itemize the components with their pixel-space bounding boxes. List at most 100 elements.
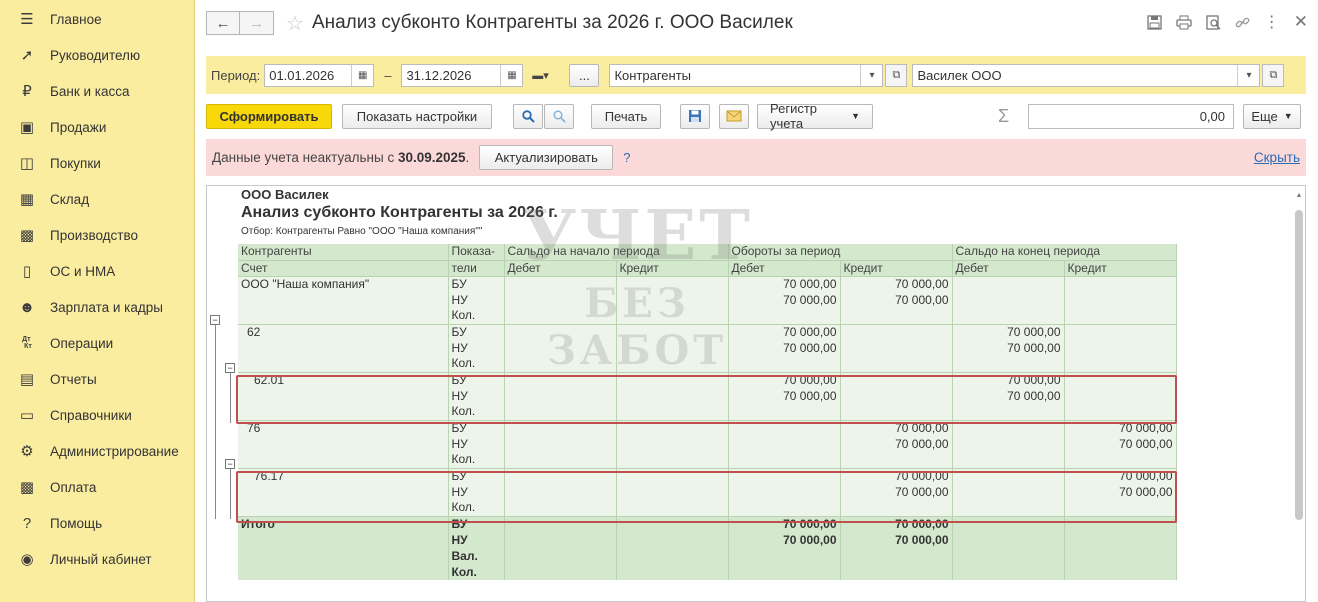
actualize-button[interactable]: Актуализировать [479, 145, 614, 170]
close-icon[interactable]: ✕ [1294, 12, 1308, 32]
more-vertical-icon[interactable]: ⋮ [1264, 12, 1280, 32]
warning-text: Данные учета неактуальны с 30.09.2025. [212, 150, 469, 165]
sidebar-item[interactable]: ₽ Банк и касса [0, 73, 194, 109]
vertical-scrollbar[interactable]: ▲ [1295, 192, 1303, 601]
calendar-icon[interactable]: ▦ [500, 64, 523, 86]
open-icon[interactable]: ⧉ [1262, 63, 1285, 87]
sidebar-item[interactable]: ⚙ Администрирование [0, 433, 194, 469]
header-cell: Дебет [728, 260, 841, 277]
table-cell [1064, 323, 1177, 340]
sidebar-item[interactable]: ◫ Покупки [0, 145, 194, 181]
sidebar-item-label: ОС и НМА [50, 263, 116, 279]
collapse-icon[interactable]: − [225, 363, 235, 373]
date-to-value: 31.12.2026 [406, 67, 472, 83]
sidebar-item[interactable]: ▩ Производство [0, 217, 194, 253]
sidebar-item[interactable]: ▭ Справочники [0, 397, 194, 433]
header-cell: Обороты за период [728, 244, 953, 261]
table-cell [952, 292, 1065, 308]
print-button[interactable]: Печать [591, 103, 661, 129]
collapse-icon[interactable]: − [210, 315, 220, 325]
sidebar-item[interactable]: ▯ ОС и НМА [0, 253, 194, 289]
sidebar-item[interactable]: ☰ Главное [0, 1, 194, 37]
sidebar-item[interactable]: ▤ Отчеты [0, 361, 194, 397]
period-type-dropdown[interactable]: ▬▾ [523, 64, 557, 87]
table-cell [1064, 564, 1177, 580]
sidebar-item[interactable]: ▣ Продажи [0, 109, 194, 145]
table-cell [504, 308, 617, 324]
table-row: НУ 70 000,00 70 000,00 [238, 436, 1177, 452]
sidebar-item[interactable]: ◉ Личный кабинет [0, 541, 194, 577]
sidebar-item[interactable]: ☻ Зарплата и кадры [0, 289, 194, 325]
main-area: ← → ☆ Анализ субконто Контрагенты за 202… [196, 0, 1318, 602]
subconto-field[interactable]: Контрагенты ▾ [609, 63, 884, 87]
preview-icon[interactable] [1206, 14, 1221, 30]
sidebar-item-label: Отчеты [50, 371, 97, 387]
scroll-up-icon[interactable]: ▲ [1295, 192, 1303, 200]
report-toolbar: Сформировать Показать настройки Печать Р… [206, 101, 1306, 131]
table-cell [728, 308, 841, 324]
table-cell [616, 548, 729, 564]
table-cell [952, 452, 1065, 468]
table-cell [504, 323, 617, 340]
table-cell: 70 000,00 [728, 532, 841, 548]
date-from-field[interactable]: 01.01.2026 ▦ [264, 63, 375, 87]
sidebar-item-label: Администрирование [50, 443, 179, 459]
report-document[interactable]: ООО Василек Анализ субконто Контрагенты … [206, 185, 1306, 602]
sidebar-item[interactable]: ▦ Склад [0, 181, 194, 217]
show-settings-button[interactable]: Показать настройки [342, 103, 492, 129]
actualize-label: Актуализировать [494, 150, 598, 165]
header-cell: Контрагенты [238, 244, 449, 261]
table-cell: 70 000,00 [840, 292, 953, 308]
sidebar-item[interactable]: ➚ Руководителю [0, 37, 194, 73]
calendar-icon[interactable]: ▦ [351, 64, 374, 86]
date-to-field[interactable]: 31.12.2026 ▦ [401, 63, 524, 87]
floppy-icon [689, 110, 701, 122]
sidebar-item[interactable]: ▩ Оплата [0, 469, 194, 505]
search-button[interactable] [513, 103, 543, 129]
table-cell [1064, 275, 1177, 292]
table-cell: Вал. [448, 548, 505, 564]
truck-icon: ▯ [22, 263, 32, 280]
period-select-button[interactable]: ... [569, 63, 600, 87]
table-cell [238, 564, 449, 580]
table-cell: БУ [448, 323, 505, 340]
sidebar-item[interactable]: ? Помощь [0, 505, 194, 541]
search-reset-button[interactable] [544, 103, 574, 129]
favorite-star-icon[interactable]: ☆ [286, 11, 304, 36]
open-icon[interactable]: ⧉ [885, 63, 908, 87]
book-icon: ▭ [19, 407, 35, 424]
forward-button[interactable]: → [240, 11, 274, 35]
more-button[interactable]: Еще ▼ [1243, 103, 1301, 129]
help-icon[interactable]: ? [623, 150, 630, 165]
table-cell [238, 308, 449, 324]
gear-icon: ⚙ [20, 443, 34, 460]
chevron-down-icon[interactable]: ▾ [1237, 64, 1260, 86]
sum-field[interactable]: 0,00 [1028, 103, 1234, 129]
sidebar-item-label: Справочники [50, 407, 132, 423]
print-icon[interactable] [1176, 15, 1192, 30]
envelope-icon [726, 110, 742, 122]
save-icon[interactable] [1147, 14, 1162, 30]
back-button[interactable]: ← [206, 11, 240, 35]
chevron-down-icon[interactable]: ▾ [860, 64, 883, 86]
header-cell: Кредит [1064, 260, 1177, 277]
table-cell [504, 340, 617, 356]
table-cell: НУ [448, 292, 505, 308]
sidebar-item[interactable]: Дт Кт Операции [0, 325, 194, 361]
table-row: 62 БУ 70 000,00 70 000,00 [238, 323, 1177, 340]
hide-link[interactable]: Скрыть [1254, 150, 1300, 165]
organization-field[interactable]: Василек ООО ▾ [912, 63, 1261, 87]
table-row: НУ 70 000,00 70 000,00 [238, 292, 1177, 308]
email-button[interactable] [719, 103, 749, 129]
collapse-icon[interactable]: − [225, 459, 235, 469]
table-cell: 70 000,00 [728, 323, 841, 340]
generate-button[interactable]: Сформировать [206, 103, 332, 129]
save-report-button[interactable] [680, 103, 710, 129]
scrollbar-thumb[interactable] [1295, 210, 1303, 520]
table-cell [504, 548, 617, 564]
person-icon: ☻ [19, 298, 35, 316]
total-row: НУ 70 000,00 70 000,00 [238, 532, 1177, 548]
link-icon[interactable] [1235, 15, 1250, 30]
register-dropdown[interactable]: Регистр учета ▼ [757, 101, 873, 131]
table-cell [952, 548, 1065, 564]
